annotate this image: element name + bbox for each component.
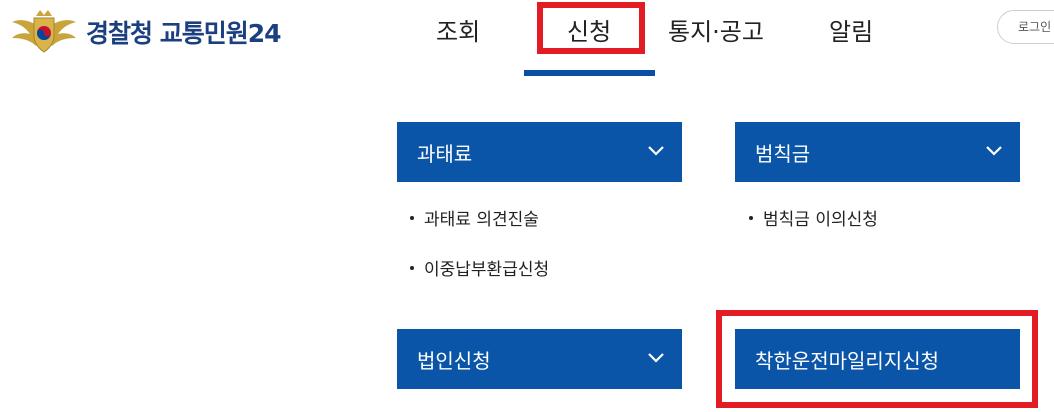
- sub-link-double-payment-refund[interactable]: 이중납부환급신청: [410, 255, 549, 280]
- sub-link-label: 과태료 의견진술: [424, 210, 539, 230]
- sub-link-fine-opinion[interactable]: 과태료 의견진술: [410, 205, 539, 230]
- chevron-down-icon: [986, 146, 1002, 156]
- login-button[interactable]: 로그인: [997, 10, 1054, 44]
- police-emblem-icon: [12, 10, 76, 53]
- category-label: 범칙금: [755, 141, 811, 166]
- active-nav-indicator: [524, 70, 655, 76]
- category-label: 법인신청: [417, 348, 491, 373]
- category-corporate-button[interactable]: 법인신청: [397, 329, 682, 389]
- chevron-down-icon: [648, 146, 664, 156]
- chevron-down-icon: [648, 353, 664, 363]
- nav-item-alerts[interactable]: 알림: [829, 12, 873, 47]
- site-logo[interactable]: 경찰청 교통민원24: [8, 6, 281, 58]
- logo-text: 경찰청 교통민원24: [86, 19, 281, 48]
- page: 경찰청 교통민원24 조회 신청 통지·공고 알림 로그인 과태료 과태료 의견…: [0, 0, 1054, 412]
- category-label: 과태료: [417, 141, 473, 166]
- sub-link-label: 범칙금 이의신청: [763, 210, 878, 230]
- category-penalty-button[interactable]: 범칙금: [735, 122, 1020, 182]
- sub-link-label: 이중납부환급신청: [424, 260, 550, 280]
- bullet-icon: [749, 215, 753, 220]
- category-fine-button[interactable]: 과태료: [397, 122, 682, 182]
- nav-item-inquiry[interactable]: 조회: [436, 12, 480, 47]
- highlight-box-nav: [537, 2, 645, 54]
- bullet-icon: [410, 265, 414, 270]
- highlight-box-safe-driving: [716, 310, 1038, 408]
- sub-link-penalty-objection[interactable]: 범칙금 이의신청: [749, 205, 878, 230]
- nav-item-notice[interactable]: 통지·공고: [668, 12, 764, 47]
- bullet-icon: [410, 215, 414, 220]
